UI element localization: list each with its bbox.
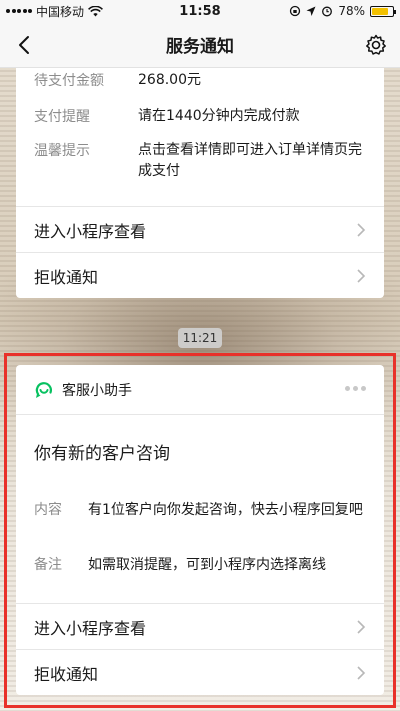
order-notification-card: 待支付金额 268.00元 支付提醒 请在1440分钟内完成付款 温馨提示 点击… — [16, 68, 384, 298]
row-label: 进入小程序查看 — [34, 221, 147, 241]
field-label: 待支付金额 — [34, 73, 104, 89]
field-note: 备注 如需取消提醒，可到小程序内选择离线 — [34, 554, 370, 576]
row-label: 拒收通知 — [34, 267, 99, 287]
row-label: 进入小程序查看 — [34, 618, 147, 638]
chevron-right-icon — [357, 619, 366, 634]
field-label: 内容 — [34, 502, 62, 518]
location-icon — [306, 6, 316, 16]
customer-service-notification-card[interactable]: 客服小助手 你有新的客户咨询 内容 有1位客户向你发起咨询，快去小程序回复吧 备… — [16, 365, 384, 695]
card-header: 客服小助手 — [16, 365, 384, 415]
battery-icon — [370, 5, 396, 17]
reject-notification-button[interactable]: 拒收通知 — [16, 252, 384, 298]
chevron-right-icon — [357, 665, 366, 680]
open-miniprogram-button[interactable]: 进入小程序查看 — [16, 206, 384, 252]
gear-icon[interactable] — [364, 33, 388, 57]
reject-notification-button[interactable]: 拒收通知 — [16, 649, 384, 695]
field-value: 有1位客户向你发起咨询，快去小程序回复吧 — [88, 502, 363, 518]
customer-service-icon — [35, 381, 52, 398]
signal-icon — [6, 9, 32, 13]
sender-name: 客服小助手 — [62, 382, 132, 399]
field-label: 支付提醒 — [34, 109, 90, 125]
chevron-left-icon[interactable] — [14, 34, 36, 56]
navigation-bar: 服务通知 — [0, 22, 400, 68]
wifi-icon — [88, 5, 103, 16]
field-value: 268.00元 — [138, 72, 201, 88]
battery-percent: 78% — [338, 4, 365, 18]
carrier-label: 中国移动 — [36, 4, 85, 19]
page-title: 服务通知 — [166, 37, 234, 57]
clock-time: 11:58 — [179, 3, 221, 19]
notification-title: 你有新的客户咨询 — [34, 444, 170, 464]
row-label: 拒收通知 — [34, 664, 99, 684]
field-content: 内容 有1位客户向你发起咨询，快去小程序回复吧 — [34, 499, 370, 521]
field-label: 温馨提示 — [34, 143, 90, 159]
chevron-right-icon — [357, 222, 366, 237]
field-tip: 温馨提示 点击查看详情即可进入订单详情页完成支付 — [34, 140, 374, 182]
field-value: 如需取消提醒，可到小程序内选择离线 — [88, 557, 326, 573]
alarm-icon — [322, 6, 333, 17]
field-value: 请在1440分钟内完成付款 — [138, 108, 300, 124]
rotation-lock-icon — [290, 5, 301, 17]
more-options-icon[interactable] — [345, 386, 366, 391]
field-amount: 待支付金额 268.00元 — [34, 70, 374, 91]
message-timestamp: 11:21 — [178, 328, 222, 348]
status-bar: 中国移动 11:58 78% — [0, 0, 400, 22]
field-label: 备注 — [34, 557, 62, 573]
field-payment-reminder: 支付提醒 请在1440分钟内完成付款 — [34, 106, 374, 127]
chevron-right-icon — [357, 268, 366, 283]
open-miniprogram-button[interactable]: 进入小程序查看 — [16, 603, 384, 649]
field-value: 点击查看详情即可进入订单详情页完成支付 — [138, 142, 362, 179]
